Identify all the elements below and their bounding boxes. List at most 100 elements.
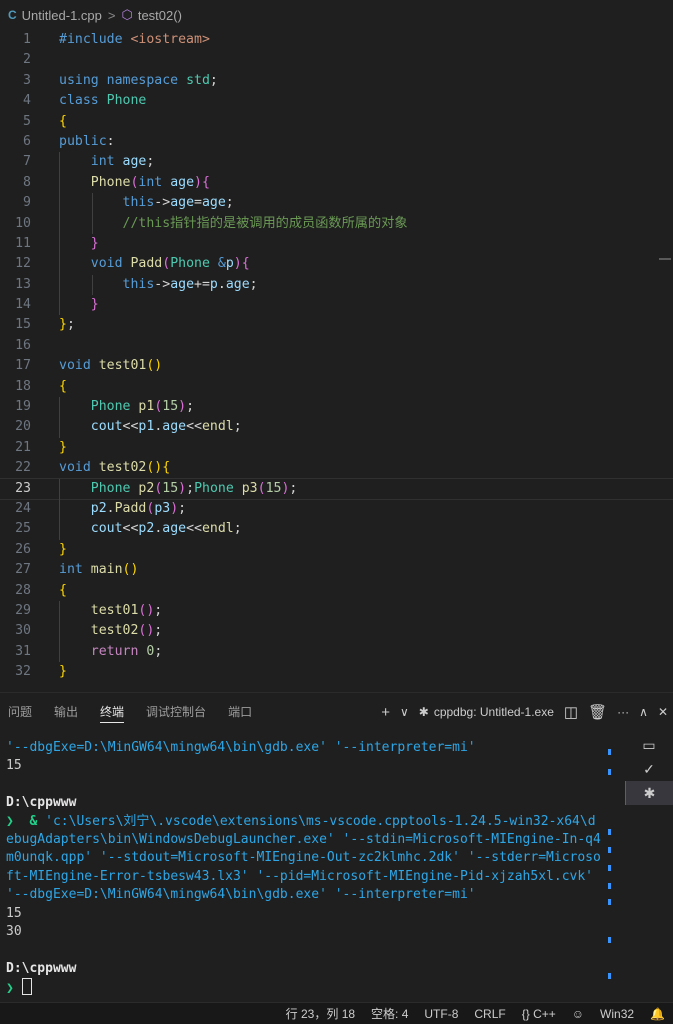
code-line[interactable]: 32}: [0, 662, 673, 682]
line-number: 19: [15, 399, 31, 415]
line-ending[interactable]: CRLF: [474, 1007, 505, 1021]
code-line[interactable]: 22 void test02(){: [0, 458, 673, 478]
code-line[interactable]: 30 test02();: [0, 621, 673, 642]
code-line[interactable]: 24 p2.Padd(p3);: [0, 498, 673, 520]
code-token: <<: [186, 419, 202, 435]
code-line[interactable]: 3 using namespace std;: [0, 71, 673, 91]
chevron-down-icon[interactable]: ∨: [400, 705, 409, 719]
code-line[interactable]: 17 void test01(): [0, 356, 673, 376]
code-text: }: [59, 662, 67, 682]
indentation[interactable]: 空格: 4: [371, 1005, 408, 1022]
code-line[interactable]: 28 {: [0, 581, 673, 601]
prompt-symbol: ❯ &: [6, 813, 46, 829]
line-number: 18: [15, 378, 31, 394]
code-line[interactable]: 14 }: [0, 295, 673, 316]
more-icon[interactable]: ···: [617, 705, 629, 719]
check-icon[interactable]: ✓: [625, 757, 673, 781]
code-token: void: [59, 460, 91, 476]
terminal-name[interactable]: cppdbg: Untitled-1.exe: [434, 705, 554, 719]
terminal-line: m0unqk.qpp' '--stdout=Microsoft-MIEngine…: [6, 849, 610, 867]
code-line[interactable]: 9 this->age=age;: [0, 193, 673, 214]
code-line[interactable]: 8 Phone(int age){: [0, 172, 673, 194]
bug-icon[interactable]: ✱: [625, 781, 673, 805]
code-token: using: [59, 72, 99, 88]
terminal-output[interactable]: '--dbgExe=D:\MinGW64\mingw64\bin\gdb.exe…: [6, 739, 610, 999]
code-token: +=: [194, 276, 210, 292]
tab-1[interactable]: 输出: [54, 693, 78, 731]
code-line[interactable]: 12 void Padd(Phone &p){: [0, 254, 673, 275]
code-line[interactable]: 31 return 0;: [0, 641, 673, 663]
tab-3[interactable]: 调试控制台: [146, 693, 206, 731]
code-line[interactable]: 25 cout<<p2.age<<endl;: [0, 519, 673, 540]
maximize-icon[interactable]: ∧: [639, 705, 648, 719]
code-token: (): [146, 358, 163, 374]
code-token: ;: [178, 500, 187, 516]
bell-icon[interactable]: 🔔: [650, 1007, 665, 1021]
code-line[interactable]: 11 }: [0, 233, 673, 255]
trash-icon[interactable]: 🗑: [588, 703, 607, 721]
tab-4[interactable]: 端口: [228, 693, 252, 731]
code-token: void: [59, 358, 91, 374]
code-text: int age;: [59, 152, 155, 172]
language-mode[interactable]: {} C++: [522, 1007, 556, 1021]
code-token: endl: [201, 521, 234, 537]
add-terminal-button[interactable]: +: [381, 704, 390, 721]
tab-0[interactable]: 问题: [8, 693, 32, 731]
code-line[interactable]: 2: [0, 50, 673, 70]
code-line[interactable]: 29 test01();: [0, 600, 673, 622]
terminal-text: 'c:\Users\刘宁\.vscode\extensions\ms-vscod…: [45, 813, 596, 829]
code-token: p3: [241, 480, 258, 496]
editor-scrollbar-marker[interactable]: [659, 258, 671, 260]
code-line[interactable]: 26}: [0, 540, 673, 560]
code-line[interactable]: 15};: [0, 315, 673, 335]
copilot-icon[interactable]: ☺: [572, 1007, 584, 1021]
code-line[interactable]: 16: [0, 336, 673, 356]
code-line[interactable]: 21}: [0, 438, 673, 458]
code-line[interactable]: 18 {: [0, 377, 673, 397]
code-token: ;: [186, 480, 195, 496]
code-token: p3: [154, 500, 171, 516]
line-number: 16: [15, 337, 31, 353]
code-line[interactable]: 27 int main(): [0, 560, 673, 580]
code-line[interactable]: 4 class Phone: [0, 91, 673, 111]
code-token: Phone: [170, 256, 210, 272]
terminal-icon[interactable]: ▭: [625, 733, 673, 757]
terminal-cursor[interactable]: [21, 978, 32, 996]
code-token: endl: [201, 419, 234, 435]
terminal-text: ebugAdapters\bin\WindowsDebugLauncher.ex…: [6, 832, 601, 848]
code-line[interactable]: 20 cout<<p1.age<<endl;: [0, 417, 673, 438]
panel-actions: + ∨ ✱ cppdbg: Untitled-1.exe ◫ 🗑 ··· ∧ ✕: [376, 693, 673, 731]
code-token: public: [59, 133, 107, 149]
code-token: cout: [90, 419, 123, 435]
code-line[interactable]: 6 public:: [0, 132, 673, 152]
code-token: p2: [138, 480, 155, 496]
code-token: ;: [233, 419, 242, 435]
code-text: //this指针指的是被调用的成员函数所属的对象: [59, 214, 408, 234]
encoding[interactable]: UTF-8: [424, 1007, 458, 1021]
terminal-list: ▭ ✓ ✱: [625, 733, 673, 805]
code-text: p2.Padd(p3);: [59, 499, 186, 519]
tab-2[interactable]: 终端: [100, 693, 125, 731]
close-icon[interactable]: ✕: [658, 705, 668, 719]
code-line[interactable]: 7 int age;: [0, 152, 673, 173]
platform[interactable]: Win32: [600, 1007, 634, 1021]
code-line[interactable]: 19 Phone p1(15);: [0, 397, 673, 418]
breadcrumb-symbol[interactable]: test02(): [138, 8, 182, 23]
code-token: {: [59, 582, 67, 598]
code-token: test02: [98, 460, 147, 476]
code-line[interactable]: 5{: [0, 112, 673, 132]
code-token: int: [90, 154, 115, 170]
code-line[interactable]: 1 #include <iostream>: [0, 30, 673, 50]
split-icon[interactable]: ◫: [564, 703, 578, 721]
code-line[interactable]: 13 this->age+=p.age;: [0, 274, 673, 296]
code-token: age: [170, 195, 195, 211]
breadcrumb-file[interactable]: Untitled-1.cpp: [22, 8, 102, 23]
code-token: cout: [90, 521, 123, 537]
code-line[interactable]: 10 //this指针指的是被调用的成员函数所属的对象: [0, 213, 673, 234]
code-line[interactable]: 23 Phone p2(15);Phone p3(15);: [0, 477, 673, 501]
code-editor[interactable]: 1 #include <iostream> 2 3 using namespace st…: [0, 30, 673, 690]
cursor-position[interactable]: 行 23，列 18: [286, 1005, 355, 1022]
